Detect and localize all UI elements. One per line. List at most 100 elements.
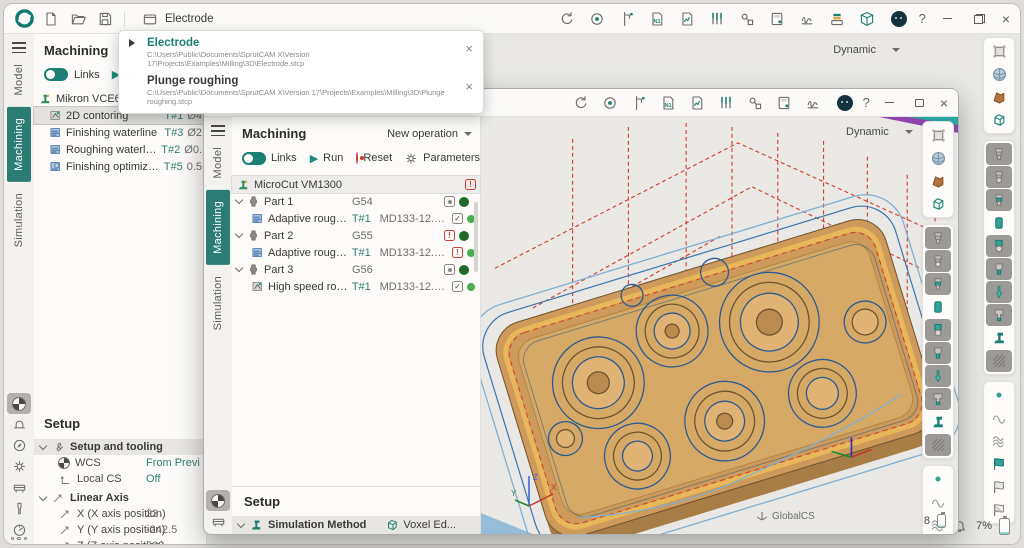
setup-row[interactable]: Local CS Off bbox=[34, 471, 206, 487]
parameters-label[interactable]: Parameters bbox=[423, 152, 480, 164]
machine-head-icon[interactable] bbox=[925, 388, 951, 410]
screwdriver-icon[interactable] bbox=[7, 498, 31, 519]
operation-row[interactable]: Adaptive roughing ... T#1 MD133-12.0W5 bbox=[232, 244, 480, 261]
post-signature-icon[interactable] bbox=[797, 9, 817, 29]
chevron-down-icon[interactable] bbox=[237, 519, 245, 527]
recent-project-item[interactable]: Electrode C:\Users\Public\Documents\Spru… bbox=[119, 34, 483, 72]
tool-ball-icon[interactable] bbox=[986, 235, 1012, 257]
gcode-n1-icon[interactable]: N1 bbox=[658, 93, 678, 113]
setup-row-value[interactable]: From Previ bbox=[146, 457, 200, 469]
help-button[interactable]: ? bbox=[919, 11, 926, 26]
check-badge[interactable] bbox=[452, 213, 463, 224]
chevron-down-icon[interactable] bbox=[39, 441, 47, 449]
node-link-icon[interactable] bbox=[737, 9, 757, 29]
more-dots-icon[interactable] bbox=[11, 533, 28, 545]
part-row[interactable]: Part 3 G56 bbox=[232, 261, 480, 278]
setup-row[interactable]: X (X axis position) 23 bbox=[34, 506, 206, 522]
setup-group-row[interactable]: Linear Axis bbox=[34, 490, 206, 506]
view-cube-icon[interactable] bbox=[986, 40, 1012, 62]
new-operation-button[interactable]: New operation bbox=[387, 128, 472, 140]
report-document-icon[interactable] bbox=[677, 9, 697, 29]
project-tab[interactable]: Electrode bbox=[134, 9, 220, 29]
operation-row[interactable]: Finishing waterline T#3 Ø2 bbox=[34, 124, 206, 141]
tab-simulation[interactable]: Simulation bbox=[206, 265, 230, 341]
tool-assembly-icon[interactable] bbox=[707, 9, 727, 29]
wcs-ball-icon[interactable] bbox=[7, 393, 31, 414]
holder-ball-icon[interactable] bbox=[925, 250, 951, 272]
new-document-icon[interactable] bbox=[41, 9, 61, 29]
chevron-down-icon[interactable] bbox=[235, 230, 243, 238]
mesh-sphere-icon[interactable] bbox=[986, 63, 1012, 85]
links-toggle[interactable] bbox=[242, 152, 266, 165]
flag-filled-icon[interactable] bbox=[986, 453, 1012, 475]
restore-button[interactable] bbox=[970, 9, 990, 29]
setup-group-row[interactable]: Simulation Method Voxel Ed... bbox=[232, 516, 480, 534]
tool-assembly-icon[interactable] bbox=[716, 93, 736, 113]
panel-scrollbar[interactable] bbox=[474, 202, 478, 272]
parameters-gear-icon[interactable] bbox=[404, 151, 418, 165]
wave-single-icon[interactable] bbox=[925, 491, 951, 513]
record-simulation-icon[interactable] bbox=[587, 9, 607, 29]
tab-simulation[interactable]: Simulation bbox=[7, 182, 31, 258]
holder-collet-icon[interactable] bbox=[925, 273, 951, 295]
minimize-button[interactable] bbox=[938, 9, 958, 29]
machine-sim-icon[interactable] bbox=[925, 411, 951, 433]
part-row[interactable]: Part 2 G55 bbox=[232, 227, 480, 244]
tab-model[interactable]: Model bbox=[206, 136, 230, 189]
tab-model[interactable]: Model bbox=[7, 53, 31, 106]
setup-row[interactable]: Z (Z axis position) 529 bbox=[34, 538, 206, 545]
record-simulation-icon[interactable] bbox=[600, 93, 620, 113]
part-row[interactable]: Part 1 G54 bbox=[232, 193, 480, 210]
package-box-icon[interactable] bbox=[857, 9, 877, 29]
report-document-icon[interactable] bbox=[687, 93, 707, 113]
help-button[interactable]: ? bbox=[863, 95, 870, 110]
part-solid-icon[interactable] bbox=[925, 170, 951, 192]
close-button[interactable]: × bbox=[1002, 12, 1010, 26]
run-label[interactable]: Run bbox=[323, 152, 343, 164]
operation-row[interactable]: Adaptive roughing T#1 MD133-12.0W5 bbox=[232, 210, 480, 227]
close-icon[interactable]: × bbox=[465, 42, 473, 55]
tool-cylinder-icon[interactable] bbox=[925, 296, 951, 318]
hatch-material-icon[interactable] bbox=[986, 350, 1012, 372]
menu-hamburger-icon[interactable] bbox=[12, 42, 26, 53]
part-solid-icon[interactable] bbox=[986, 86, 1012, 108]
setup-row-value[interactable]: 23 bbox=[146, 508, 158, 520]
setup-row-value[interactable]: Voxel Ed... bbox=[403, 519, 456, 531]
caliper-measure-icon[interactable] bbox=[617, 9, 637, 29]
chevron-down-icon[interactable] bbox=[235, 264, 243, 272]
holder-collet-icon[interactable] bbox=[986, 189, 1012, 211]
setup-row-value[interactable]: 529 bbox=[146, 540, 164, 545]
setup-row-value[interactable]: -242.5 bbox=[146, 524, 177, 536]
tool-cylinder-icon[interactable] bbox=[986, 212, 1012, 234]
close-icon[interactable]: × bbox=[465, 80, 473, 93]
account-avatar[interactable] bbox=[837, 95, 853, 111]
node-link-icon[interactable] bbox=[745, 93, 765, 113]
post-signature-icon[interactable] bbox=[803, 93, 823, 113]
highspeed-viewport[interactable]: Dynamic Z X Y GlobalCS bbox=[481, 117, 958, 534]
machine-tree-item[interactable]: MicroCut VM1300 bbox=[232, 176, 480, 193]
minimize-button[interactable] bbox=[880, 93, 900, 113]
wcs-ball-icon[interactable] bbox=[206, 490, 230, 511]
machine-bed-icon[interactable] bbox=[7, 477, 31, 498]
hatch-material-icon[interactable] bbox=[925, 434, 951, 456]
drill-bit-icon[interactable] bbox=[925, 365, 951, 387]
setup-row-value[interactable]: Off bbox=[146, 473, 160, 485]
open-folder-icon[interactable] bbox=[68, 9, 88, 29]
setup-row[interactable]: Y (Y axis position) -242.5 bbox=[34, 522, 206, 538]
coordinate-system-label[interactable]: GlobalCS bbox=[756, 510, 815, 522]
calculator-icon[interactable] bbox=[767, 9, 787, 29]
calculator-icon[interactable] bbox=[774, 93, 794, 113]
chevron-down-icon[interactable] bbox=[39, 492, 47, 500]
setup-row[interactable]: WCS From Previ bbox=[34, 455, 206, 471]
wireframe-cube-icon[interactable] bbox=[925, 193, 951, 215]
gcode-n1-icon[interactable]: N1 bbox=[647, 9, 667, 29]
point-dot-icon[interactable] bbox=[925, 468, 951, 490]
reset-icon[interactable] bbox=[356, 152, 358, 164]
wave-multi-icon[interactable] bbox=[986, 430, 1012, 452]
mesh-sphere-icon[interactable] bbox=[925, 147, 951, 169]
setup-group-row[interactable]: Setup and tooling bbox=[34, 439, 206, 455]
printer-3d-icon[interactable] bbox=[827, 9, 847, 29]
recent-project-item[interactable]: Plunge roughing C:\Users\Public\Document… bbox=[119, 72, 483, 110]
check-badge[interactable] bbox=[452, 281, 463, 292]
machine-bed-icon[interactable] bbox=[206, 511, 230, 532]
